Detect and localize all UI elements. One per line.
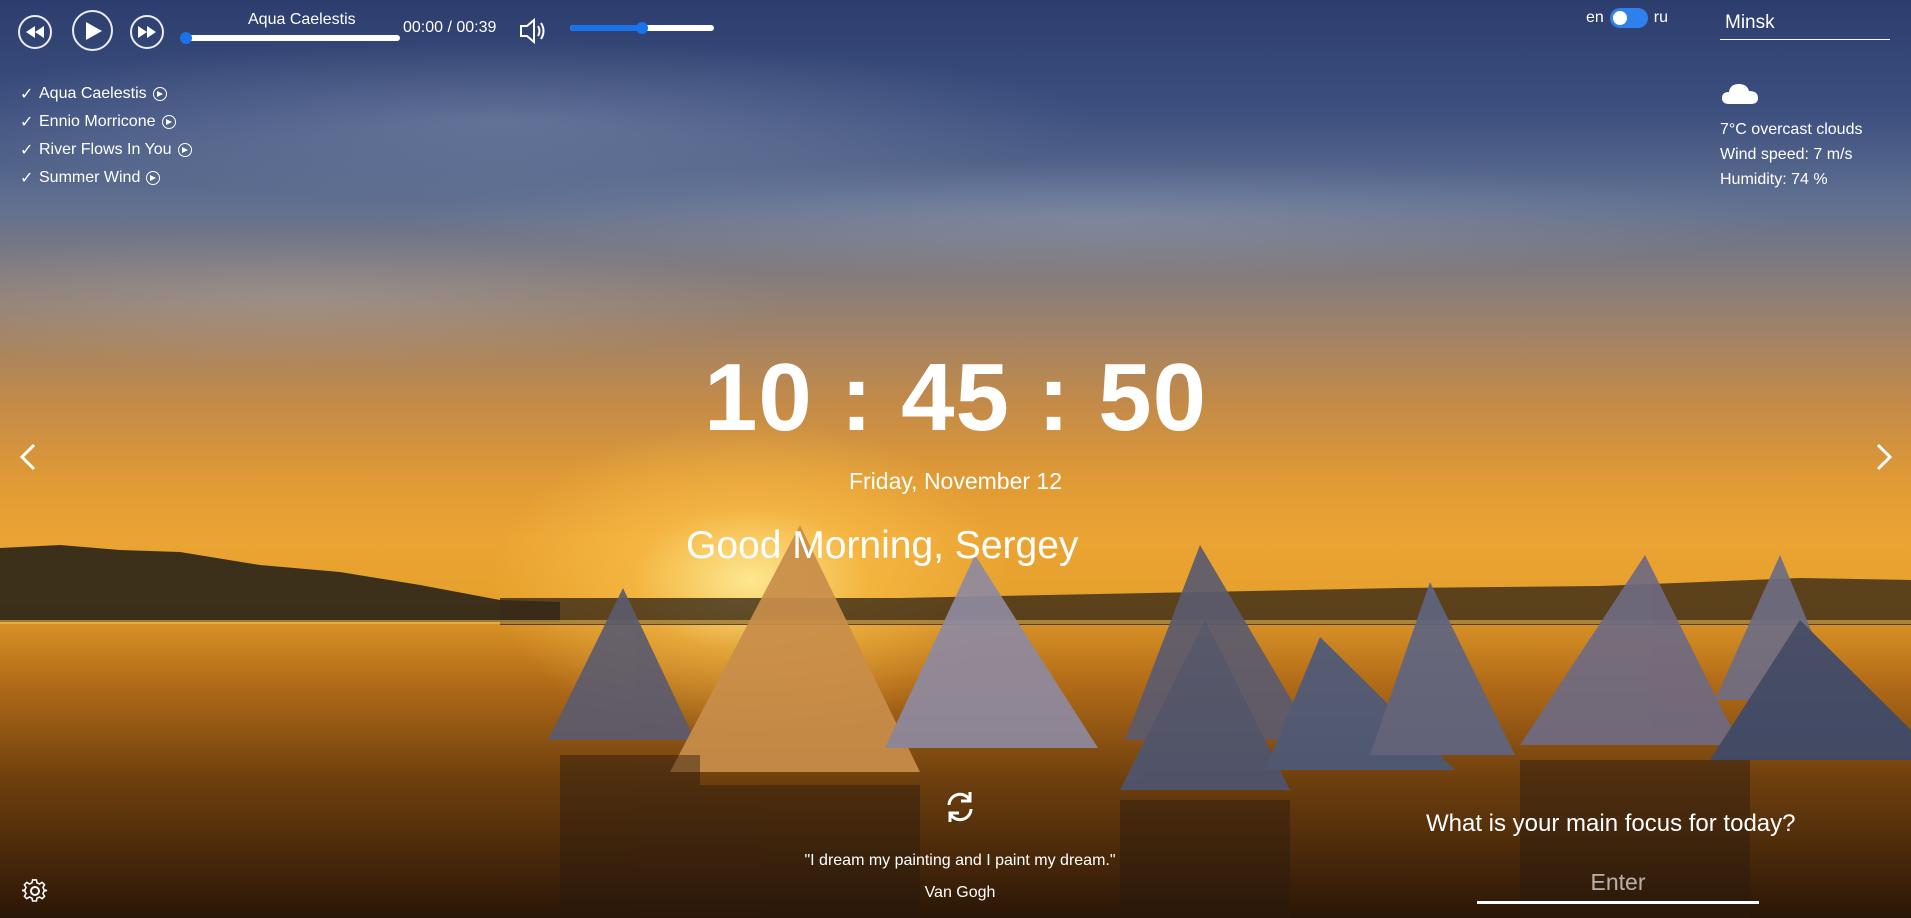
greeting[interactable]: Good Morning, Sergey (686, 524, 1078, 568)
playlist-item-label: River Flows In You (39, 141, 172, 158)
previous-track-button[interactable] (18, 15, 52, 49)
current-track-title: Aqua Caelestis (248, 11, 356, 28)
language-toggle: en ru (1580, 8, 1674, 28)
clock: 10 : 45 : 50 (704, 344, 1207, 451)
play-button[interactable] (72, 10, 113, 51)
volume-fill (570, 25, 642, 31)
volume-thumb[interactable] (636, 22, 648, 34)
play-circle-icon[interactable] (177, 143, 192, 157)
playlist-item[interactable]: ✓ Ennio Morricone (20, 108, 192, 136)
check-icon: ✓ (20, 170, 34, 187)
check-icon: ✓ (20, 86, 34, 103)
lake-scene (0, 525, 1911, 918)
volume-slider[interactable] (570, 22, 714, 34)
check-icon: ✓ (20, 114, 34, 131)
play-circle-icon[interactable] (152, 87, 167, 101)
playlist-item[interactable]: ✓ Summer Wind (20, 164, 192, 192)
playlist: ✓ Aqua Caelestis ✓ Ennio Morricone ✓ River Fl… (20, 80, 192, 192)
switch-knob (1612, 11, 1627, 25)
play-circle-icon[interactable] (161, 115, 176, 129)
speaker-icon[interactable] (515, 13, 551, 49)
next-track-button[interactable] (130, 15, 164, 49)
language-switch[interactable] (1609, 8, 1648, 28)
refresh-quote-icon[interactable] (941, 788, 979, 826)
track-time: 00:00 / 00:39 (403, 19, 497, 36)
focus-question: What is your main focus for today? (1426, 810, 1796, 837)
playlist-item[interactable]: ✓ Aqua Caelestis (20, 80, 192, 108)
cloud-icon (1722, 84, 1758, 104)
progress-bar[interactable] (180, 32, 400, 44)
playlist-item-label: Summer Wind (39, 169, 141, 186)
playlist-item-label: Aqua Caelestis (39, 85, 147, 102)
weather-temperature: 7°C overcast clouds (1720, 121, 1863, 138)
focus-input[interactable] (1477, 864, 1759, 904)
weather-humidity: Humidity: 74 % (1720, 171, 1828, 188)
settings-gear-icon[interactable] (22, 878, 48, 904)
playlist-item[interactable]: ✓ River Flows In You (20, 136, 192, 164)
play-icon (86, 21, 102, 40)
playlist-item-label: Ennio Morricone (39, 113, 156, 130)
rewind-icon (26, 26, 44, 38)
progress-thumb[interactable] (180, 32, 192, 44)
fast-forward-icon (138, 26, 156, 38)
check-icon: ✓ (20, 142, 34, 159)
play-circle-icon[interactable] (146, 171, 161, 185)
city-input[interactable]: Minsk (1720, 8, 1890, 40)
weather-wind: Wind speed: 7 m/s (1720, 146, 1853, 163)
language-ru-label: ru (1653, 9, 1669, 26)
date: Friday, November 12 (848, 468, 1063, 494)
language-en-label: en (1586, 9, 1604, 26)
